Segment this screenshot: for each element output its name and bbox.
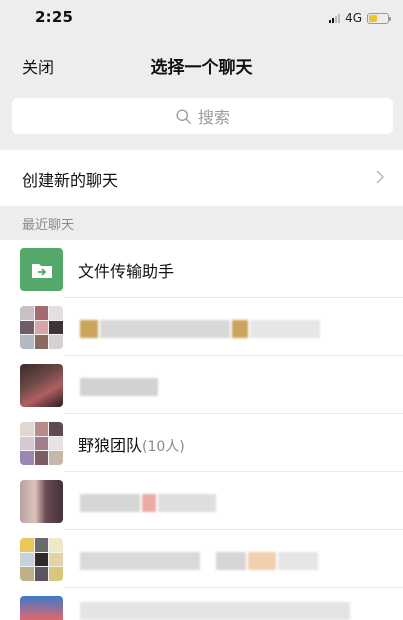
search-placeholder: 搜索 — [197, 108, 230, 127]
blurred-name — [158, 494, 216, 512]
chat-item-file-transfer[interactable]: 文件传输助手 — [0, 240, 403, 298]
search-icon — [176, 108, 191, 124]
blurred-name — [80, 552, 200, 570]
new-chat-button[interactable]: 创建新的聊天 — [0, 150, 403, 206]
nav-bar: 关闭 选择一个聊天 — [0, 38, 403, 90]
search-input[interactable]: 搜索 — [12, 98, 393, 134]
group-avatar — [20, 306, 63, 349]
avatar — [20, 480, 63, 523]
battery-icon — [367, 12, 391, 24]
chat-item[interactable] — [0, 588, 403, 620]
chat-name: 野狼团队(10人) — [78, 432, 185, 456]
network-type: 4G — [345, 11, 362, 25]
blurred-name — [80, 602, 350, 620]
blurred-name — [80, 378, 158, 396]
chat-item[interactable] — [0, 472, 403, 530]
avatar — [20, 596, 63, 620]
member-count: (10人) — [142, 439, 185, 455]
blurred-name — [80, 320, 98, 338]
status-indicators: 4G — [329, 11, 391, 25]
file-transfer-icon — [20, 248, 63, 291]
chat-name: 文件传输助手 — [78, 262, 175, 281]
blurred-name — [216, 552, 246, 570]
search-area: 搜索 — [0, 90, 403, 146]
status-time: 2:25 — [35, 8, 74, 26]
signal-icon — [329, 13, 341, 23]
new-chat-label: 创建新的聊天 — [22, 171, 119, 190]
blurred-name — [232, 320, 248, 338]
recent-chats-label: 最近聊天 — [22, 218, 75, 233]
blurred-name — [278, 552, 318, 570]
blurred-name — [142, 494, 156, 512]
group-avatar — [20, 538, 63, 581]
page-title: 选择一个聊天 — [150, 58, 253, 78]
avatar — [20, 364, 63, 407]
group-avatar — [20, 422, 63, 465]
blurred-name — [248, 552, 276, 570]
chat-item[interactable] — [0, 356, 403, 414]
chat-list: 文件传输助手 野狼团队(10人) — [0, 240, 403, 620]
chat-item-group[interactable]: 野狼团队(10人) — [0, 414, 403, 472]
chat-item[interactable] — [0, 530, 403, 588]
blurred-name — [250, 320, 320, 338]
blurred-name — [80, 494, 140, 512]
blurred-name — [100, 320, 230, 338]
group-name: 野狼团队 — [78, 436, 143, 455]
chevron-right-icon — [376, 170, 385, 184]
chat-item[interactable] — [0, 298, 403, 356]
status-bar: 2:25 4G — [0, 0, 403, 38]
